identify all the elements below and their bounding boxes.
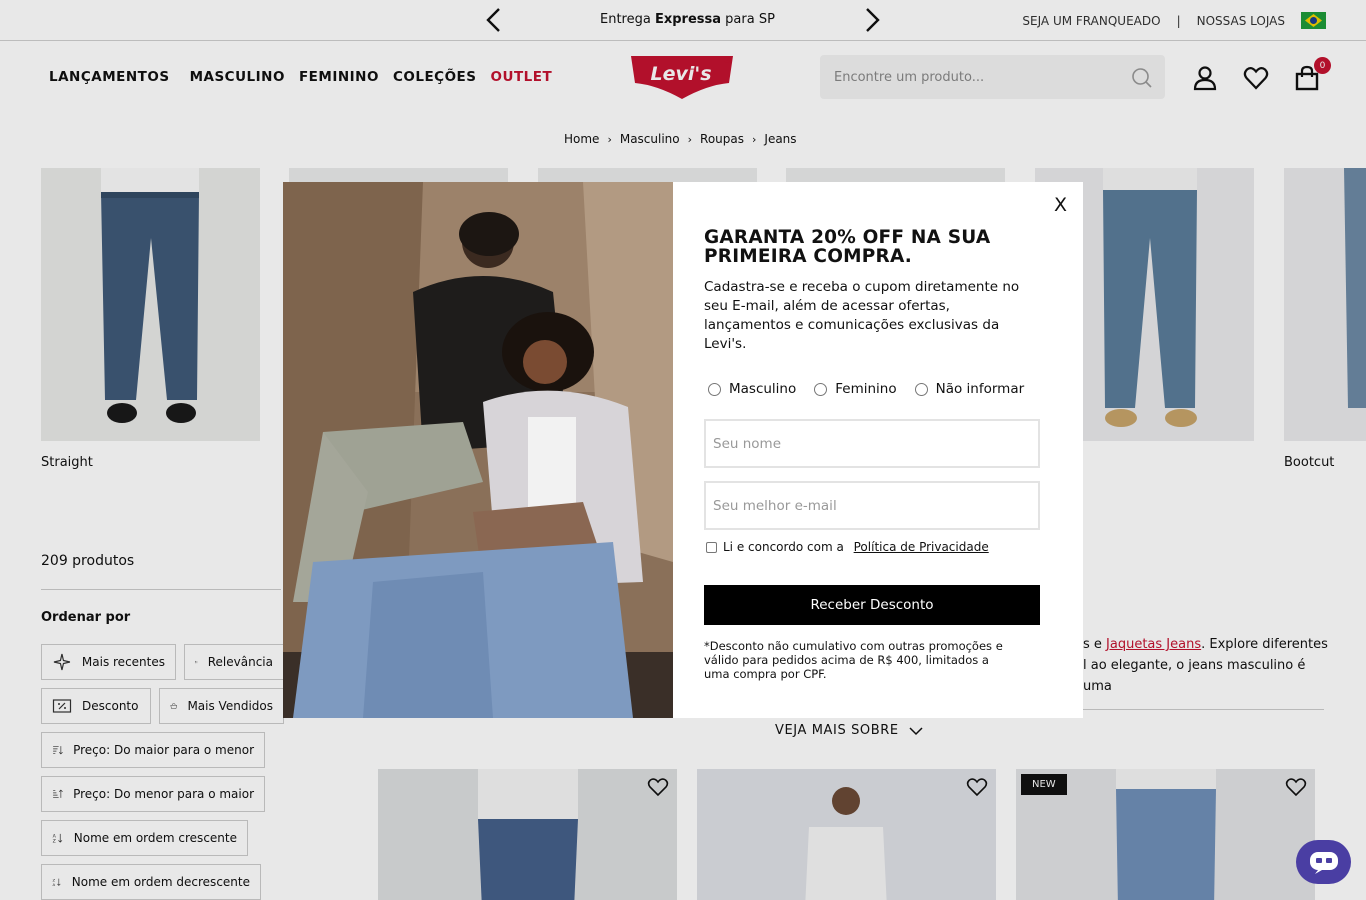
- email-input[interactable]: [704, 481, 1040, 530]
- modal-promo-photo: [283, 182, 673, 718]
- gender-option-feminino[interactable]: Feminino: [814, 381, 897, 397]
- radio-nao-informar[interactable]: [914, 382, 928, 396]
- receive-discount-button[interactable]: Receber Desconto: [704, 585, 1040, 625]
- couple-denim-photo: [283, 182, 673, 718]
- gender-option-nao-informar[interactable]: Não informar: [914, 381, 1025, 397]
- gender-option-masculino[interactable]: Masculino: [708, 381, 796, 397]
- chat-support-button[interactable]: [1296, 840, 1351, 884]
- privacy-policy-link[interactable]: Política de Privacidade: [854, 540, 989, 554]
- privacy-consent: Li e concordo com a Política de Privacid…: [706, 540, 989, 554]
- chat-bot-icon: [1309, 852, 1338, 874]
- gender-radio-group: Masculino Feminino Não informar: [708, 381, 1024, 397]
- radio-masculino[interactable]: [708, 382, 721, 396]
- radio-feminino[interactable]: [814, 382, 828, 396]
- discount-signup-modal: X GARANTA 20% OFF NA SUA PRIMEIRA COMPRA…: [283, 182, 1083, 718]
- gender-label: Masculino: [729, 381, 797, 397]
- gender-label: Feminino: [835, 381, 897, 397]
- gender-label: Não informar: [935, 381, 1025, 397]
- modal-title: GARANTA 20% OFF NA SUA PRIMEIRA COMPRA.: [704, 227, 991, 267]
- privacy-checkbox[interactable]: [706, 541, 717, 553]
- discount-disclaimer: *Desconto não cumulativo com outras prom…: [704, 639, 1003, 681]
- modal-description: Cadastra-se e receba o cupom diretamente…: [704, 279, 1020, 352]
- modal-form-panel: X GARANTA 20% OFF NA SUA PRIMEIRA COMPRA…: [673, 182, 1083, 718]
- name-input[interactable]: [704, 419, 1040, 468]
- privacy-prefix: Li e concordo com a: [723, 540, 848, 554]
- close-modal-icon[interactable]: X: [1054, 194, 1067, 216]
